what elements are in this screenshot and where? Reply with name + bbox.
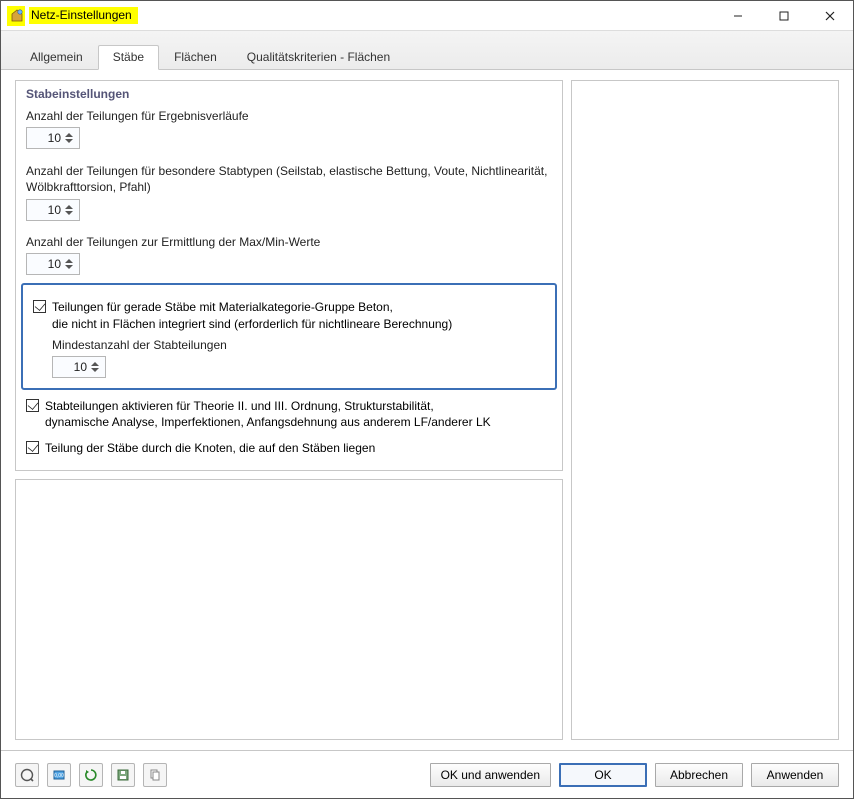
checkbox-label-line1: Teilungen für gerade Stäbe mit Materialk… <box>52 300 393 314</box>
minimize-button[interactable] <box>715 1 761 31</box>
checkbox-label-line2: die nicht in Flächen integriert sind (er… <box>52 317 452 331</box>
left-column: Stabeinstellungen Anzahl der Teilungen f… <box>15 80 563 740</box>
right-preview-panel <box>571 80 839 740</box>
app-icon <box>7 6 25 26</box>
checkbox-label: Stabteilungen aktivieren für Theorie II.… <box>45 398 491 430</box>
highlight-beton-teilungen: Teilungen für gerade Stäbe mit Materialk… <box>21 283 557 389</box>
spinner-arrows[interactable] <box>65 130 75 146</box>
window-controls <box>715 1 853 31</box>
tabs-bar: Allgemein Stäbe Flächen Qualitätskriteri… <box>1 31 853 70</box>
window-title: Netz-Einstellungen <box>29 7 138 24</box>
help-button[interactable] <box>15 763 39 787</box>
checkbox-teilung-knoten[interactable]: Teilung der Stäbe durch die Knoten, die … <box>26 440 552 456</box>
spinner-teilungen-stabtypen[interactable]: 10 <box>26 199 80 221</box>
label-mindestanzahl: Mindestanzahl der Stabteilungen <box>52 338 545 352</box>
checkbox-icon[interactable] <box>26 399 39 412</box>
apply-button[interactable]: Anwenden <box>751 763 839 787</box>
label-teilungen-ergebnis: Anzahl der Teilungen für Ergebnisverläuf… <box>26 109 552 123</box>
checkbox-label: Teilungen für gerade Stäbe mit Materialk… <box>52 299 452 331</box>
checkbox-label-line2: dynamische Analyse, Imperfektionen, Anfa… <box>45 415 491 429</box>
reset-button[interactable] <box>79 763 103 787</box>
maximize-button[interactable] <box>761 1 807 31</box>
save-defaults-button[interactable] <box>111 763 135 787</box>
checkbox-icon[interactable] <box>26 441 39 454</box>
dialog-body: Stabeinstellungen Anzahl der Teilungen f… <box>1 70 853 750</box>
checkbox-beton-teilungen[interactable]: Teilungen für gerade Stäbe mit Materialk… <box>33 299 545 331</box>
sub-mindestanzahl: Mindestanzahl der Stabteilungen 10 <box>52 338 545 378</box>
svg-text:0,00: 0,00 <box>54 773 64 779</box>
spinner-mindestanzahl[interactable]: 10 <box>52 356 106 378</box>
close-button[interactable] <box>807 1 853 31</box>
group-title: Stabeinstellungen <box>26 87 552 101</box>
tab-qualitaetskriterien[interactable]: Qualitätskriterien - Flächen <box>232 45 405 70</box>
ok-button[interactable]: OK <box>559 763 647 787</box>
spinner-teilungen-ergebnis[interactable]: 10 <box>26 127 80 149</box>
units-button[interactable]: 0,00 <box>47 763 71 787</box>
dialog-window: Netz-Einstellungen Allgemein Stäbe Fläch… <box>0 0 854 799</box>
dialog-footer: 0,00 OK und anwenden OK Abbrechen Anwend… <box>1 750 853 798</box>
label-teilungen-maxmin: Anzahl der Teilungen zur Ermittlung der … <box>26 235 552 249</box>
spinner-arrows[interactable] <box>65 256 75 272</box>
footer-buttons: OK und anwenden OK Abbrechen Anwenden <box>430 763 839 787</box>
spinner-arrows[interactable] <box>91 359 101 375</box>
group-stabeinstellungen: Stabeinstellungen Anzahl der Teilungen f… <box>15 80 563 471</box>
checkbox-label-line1: Stabteilungen aktivieren für Theorie II.… <box>45 399 434 413</box>
titlebar: Netz-Einstellungen <box>1 1 853 31</box>
copy-button[interactable] <box>143 763 167 787</box>
lower-blank-panel <box>15 479 563 740</box>
checkbox-label: Teilung der Stäbe durch die Knoten, die … <box>45 440 375 456</box>
ok-and-apply-button[interactable]: OK und anwenden <box>430 763 551 787</box>
tab-flaechen[interactable]: Flächen <box>159 45 232 70</box>
spinner-arrows[interactable] <box>65 202 75 218</box>
cancel-button[interactable]: Abbrechen <box>655 763 743 787</box>
tab-allgemein[interactable]: Allgemein <box>15 45 98 70</box>
label-teilungen-stabtypen: Anzahl der Teilungen für besondere Stabt… <box>26 163 552 195</box>
spinner-teilungen-maxmin[interactable]: 10 <box>26 253 80 275</box>
tab-staebe[interactable]: Stäbe <box>98 45 159 70</box>
titlebar-left: Netz-Einstellungen <box>1 6 138 26</box>
checkbox-theorie-ordnung[interactable]: Stabteilungen aktivieren für Theorie II.… <box>26 398 552 430</box>
footer-toolbar: 0,00 <box>15 763 167 787</box>
checkbox-icon[interactable] <box>33 300 46 313</box>
